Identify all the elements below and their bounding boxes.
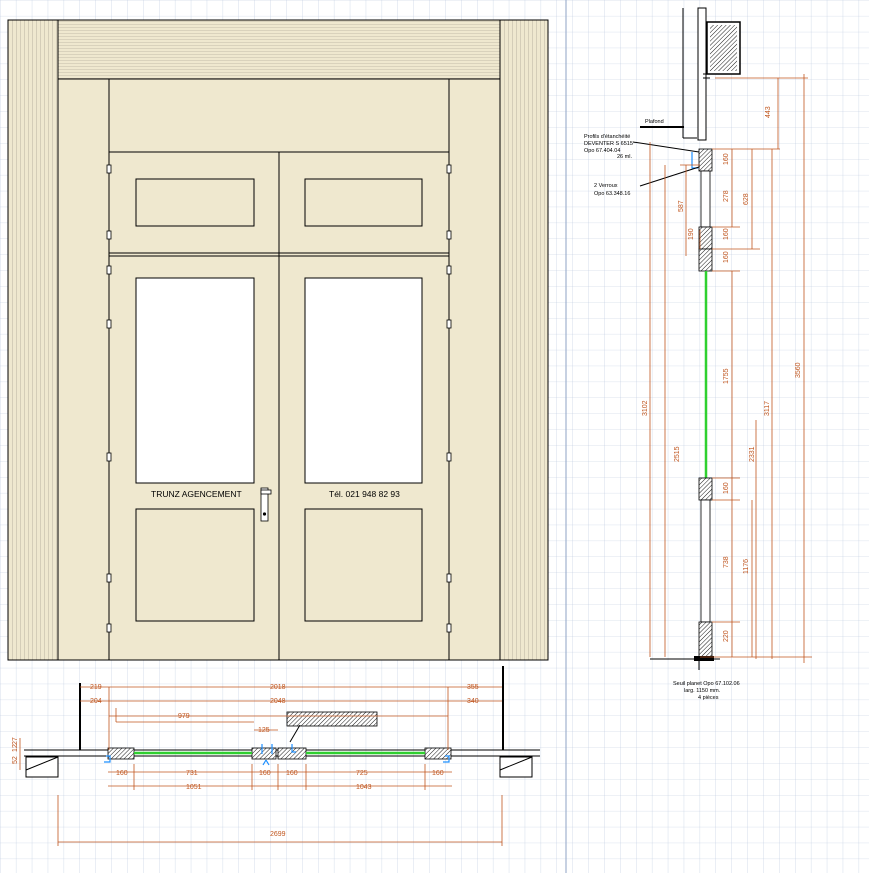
left-wall-pillar <box>7 19 59 661</box>
dim-2699: 2699 <box>270 831 286 838</box>
dim-219: 219 <box>90 684 102 691</box>
label-profile-2: DEVENTER S 6515 <box>584 141 633 147</box>
sdim-587: 587 <box>678 200 685 212</box>
sdim-160-a: 160 <box>723 153 730 165</box>
dim-2048: 2048 <box>270 698 286 705</box>
dim-2018: 2018 <box>270 684 286 691</box>
sdim-3102: 3102 <box>642 400 649 416</box>
sdim-160-c: 160 <box>723 251 730 263</box>
label-seuil-1: Seuil planet Opo 67.102.06 <box>673 681 740 687</box>
vs-lower-panel <box>700 499 711 623</box>
vs-mid-rail-b <box>698 248 713 272</box>
left-lower-panel <box>135 508 255 622</box>
plan-frame-left <box>107 747 135 760</box>
sdim-738: 738 <box>723 556 730 568</box>
plan-header-block <box>286 711 378 727</box>
dim-160-c: 160 <box>286 770 298 777</box>
sdim-3560: 3560 <box>795 362 802 378</box>
dim-1043: 1043 <box>356 784 372 791</box>
dim-12: 12 <box>12 744 19 752</box>
vs-upper-panel <box>700 170 711 228</box>
label-profile-4: 26 ml. <box>617 154 632 160</box>
label-profile-3: Opo 67.404.04 <box>584 148 620 154</box>
label-verroux-1: 2 Verroux <box>594 183 618 189</box>
dim-340: 340 <box>467 698 479 705</box>
left-upper-panel <box>135 178 255 227</box>
dim-160-a: 160 <box>116 770 128 777</box>
label-plafond: Plafond <box>645 119 664 125</box>
vs-top-rail <box>698 148 713 172</box>
sdim-160-b: 160 <box>723 228 730 240</box>
sdim-220: 220 <box>723 630 730 642</box>
dim-160-b: 160 <box>259 770 271 777</box>
dim-204: 204 <box>90 698 102 705</box>
vs-bottom-rail <box>698 621 713 658</box>
sdim-3117: 3117 <box>764 401 771 416</box>
dim-355: 355 <box>467 684 479 691</box>
label-seuil-3: 4 pièces <box>698 695 719 701</box>
dim-1051: 1051 <box>186 784 202 791</box>
label-profile-1: Profils d'étanchéité <box>584 134 630 140</box>
vs-lower-rail <box>698 477 713 501</box>
technical-drawing-canvas: TRUNZ AGENCEMENT Tél. 021 948 82 93 219 … <box>0 0 869 873</box>
dim-52: 52 <box>12 756 19 764</box>
label-verroux-2: Opo 63.348.16 <box>594 191 630 197</box>
dim-27: 27 <box>12 737 19 745</box>
dim-125: 125 <box>258 727 270 734</box>
dim-725: 725 <box>356 770 368 777</box>
sdim-1176: 1176 <box>743 559 750 574</box>
sdim-1755: 1755 <box>723 368 730 384</box>
sdim-2515: 2515 <box>674 446 681 462</box>
label-seuil-2: larg. 1150 mm. <box>684 688 721 694</box>
lintel <box>57 19 501 80</box>
right-upper-panel <box>304 178 423 227</box>
right-sill-block <box>499 756 533 778</box>
right-glass-pane <box>304 277 423 484</box>
dim-979: 979 <box>178 713 190 720</box>
sdim-278: 278 <box>723 190 730 202</box>
sdim-2331: 2331 <box>749 446 756 462</box>
left-door-lettering: TRUNZ AGENCEMENT <box>151 489 242 499</box>
sdim-443: 443 <box>765 106 772 118</box>
sdim-190: 190 <box>688 228 695 240</box>
sdim-160-d: 160 <box>723 482 730 494</box>
sdim-628: 628 <box>743 193 750 205</box>
plan-frame-right <box>424 747 452 760</box>
right-lower-panel <box>304 508 423 622</box>
dim-731: 731 <box>186 770 198 777</box>
right-door-lettering: Tél. 021 948 82 93 <box>329 489 400 499</box>
door-elevation: TRUNZ AGENCEMENT Tél. 021 948 82 93 <box>7 19 549 661</box>
vs-mid-rail-a <box>698 226 713 250</box>
left-sill-block <box>25 756 59 778</box>
dim-160-d: 160 <box>432 770 444 777</box>
ceiling-box-hatch <box>710 25 737 71</box>
left-glass-pane <box>135 277 255 484</box>
right-wall-pillar <box>499 19 549 661</box>
